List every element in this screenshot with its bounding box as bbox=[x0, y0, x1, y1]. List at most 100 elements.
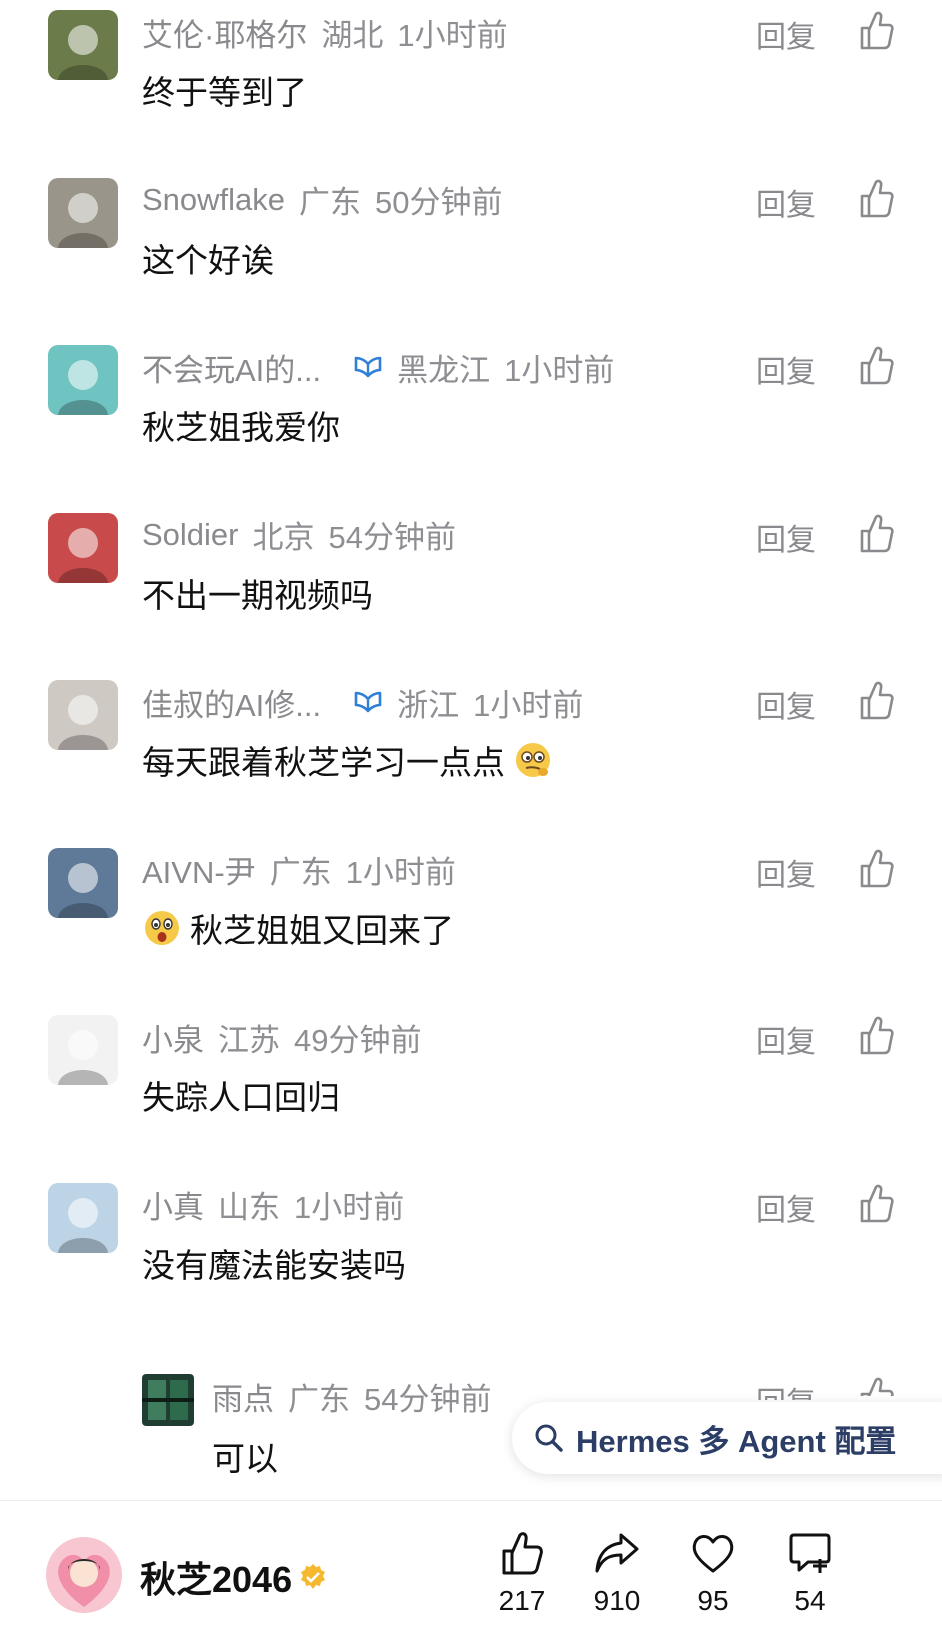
like-button[interactable] bbox=[856, 678, 896, 722]
like-button[interactable] bbox=[856, 176, 896, 220]
like-button[interactable] bbox=[856, 511, 896, 555]
comment-meta: 不会玩AI的... 黑龙江 1小时前 bbox=[142, 345, 614, 389]
commenter-name[interactable]: 佳叔的AI修... bbox=[142, 680, 321, 725]
thumbs-up-icon bbox=[502, 1532, 543, 1575]
comment-time: 54分钟前 bbox=[364, 1381, 492, 1417]
commenter-region: 广东 bbox=[269, 855, 332, 890]
comment-meta: 小泉 江苏 49分钟前 bbox=[142, 1015, 421, 1059]
like-count: 217 bbox=[498, 1585, 546, 1616]
commenter-name[interactable]: 艾伦·耶格尔 bbox=[142, 10, 307, 55]
comment-time: 1小时前 bbox=[504, 352, 615, 388]
avatar[interactable] bbox=[142, 1374, 194, 1426]
comment-text-content: 失踪人口回归 bbox=[142, 1079, 340, 1116]
comment-text: 没有魔法能安装吗 bbox=[142, 1239, 406, 1287]
comment-item: 佳叔的AI修... 浙江 1小时前 每天跟着秋芝学习一点点 回复 bbox=[0, 670, 942, 846]
favorite-count: 95 bbox=[697, 1585, 729, 1616]
comment-text: 失踪人口回归 bbox=[142, 1071, 340, 1119]
reply-button[interactable]: 回复 bbox=[756, 850, 816, 894]
comment-time: 50分钟前 bbox=[375, 185, 503, 220]
comment-meta: Soldier 北京 54分钟前 bbox=[142, 513, 456, 557]
thumbs-up-icon bbox=[860, 849, 894, 887]
commenter-region: 黑龙江 bbox=[397, 352, 491, 388]
comment-meta: 雨点 广东 54分钟前 bbox=[212, 1374, 491, 1418]
avatar[interactable] bbox=[48, 177, 118, 248]
comment-count: 54 bbox=[794, 1585, 826, 1616]
comment-text: 可以 bbox=[212, 1440, 278, 1477]
commenter-region: 广东 bbox=[288, 1381, 350, 1417]
commenter-region: 湖北 bbox=[321, 17, 384, 53]
avatar[interactable] bbox=[48, 1015, 118, 1085]
reply-button[interactable]: 回复 bbox=[756, 1185, 816, 1229]
thumbs-up-icon bbox=[860, 1016, 894, 1055]
comment-text-content: 终于等到了 bbox=[142, 74, 307, 111]
comment-time: 1小时前 bbox=[473, 687, 584, 723]
avatar[interactable] bbox=[48, 847, 118, 918]
commenter-name[interactable]: 小泉 bbox=[142, 1015, 204, 1060]
reply-button[interactable]: 回复 bbox=[756, 12, 816, 56]
like-button[interactable] bbox=[856, 343, 896, 387]
creator-badge-icon bbox=[354, 356, 382, 378]
author-name[interactable]: 秋芝2046 bbox=[140, 1551, 328, 1603]
thinking-emoji bbox=[513, 740, 553, 780]
comment-text-content: 秋芝姐我爱你 bbox=[142, 409, 340, 446]
avatar[interactable] bbox=[48, 345, 118, 415]
heart-icon bbox=[692, 1535, 734, 1573]
commenter-name[interactable]: 小真 bbox=[142, 1182, 204, 1227]
like-action[interactable]: 217 bbox=[487, 1529, 557, 1617]
comment-action[interactable]: 54 bbox=[775, 1529, 845, 1617]
author-avatar[interactable] bbox=[46, 1537, 122, 1613]
comment-time: 49分钟前 bbox=[294, 1022, 422, 1058]
avatar[interactable] bbox=[48, 10, 118, 80]
reply-button[interactable]: 回复 bbox=[756, 347, 816, 391]
comment-meta: 艾伦·耶格尔 湖北 1小时前 bbox=[142, 10, 508, 54]
commenter-name[interactable]: Snowflake bbox=[142, 182, 285, 218]
avatar[interactable] bbox=[48, 680, 118, 750]
share-action[interactable]: 910 bbox=[582, 1529, 652, 1617]
commenter-name[interactable]: AIVN-尹 bbox=[142, 847, 256, 892]
comment-text: 秋芝姐我爱你 bbox=[142, 401, 340, 449]
comment-time: 1小时前 bbox=[294, 1190, 405, 1225]
creator-badge-icon bbox=[354, 691, 382, 713]
comment-text: 不出一期视频吗 bbox=[142, 569, 373, 617]
like-button[interactable] bbox=[856, 1181, 896, 1225]
comment-item: 小真 山东 1小时前没有魔法能安装吗 回复 bbox=[0, 1173, 942, 1349]
commenter-name[interactable]: 雨点 bbox=[212, 1374, 274, 1419]
related-search-chip[interactable]: Hermes 多 Agent 配置 bbox=[512, 1402, 942, 1474]
comment-text: 每天跟着秋芝学习一点点 bbox=[142, 736, 553, 784]
reply-button[interactable]: 回复 bbox=[756, 180, 816, 224]
commenter-name[interactable]: 不会玩AI的... bbox=[142, 345, 321, 390]
thumbs-up-icon bbox=[860, 681, 894, 720]
add-comment-icon bbox=[789, 1533, 831, 1573]
comment-item: Snowflake 广东 50分钟前这个好诶 回复 bbox=[0, 168, 942, 344]
comment-item: 艾伦·耶格尔 湖北 1小时前终于等到了 回复 bbox=[0, 0, 942, 176]
comment-text: 这个好诶 bbox=[142, 234, 274, 282]
bottom-bar: 秋芝2046 217 910 95 54 bbox=[0, 1500, 942, 1648]
like-button[interactable] bbox=[856, 8, 896, 52]
comment-time: 54分钟前 bbox=[328, 520, 456, 555]
comment-text-content: 秋芝姐姐又回来了 bbox=[190, 911, 454, 949]
share-count: 910 bbox=[593, 1585, 641, 1616]
thumbs-up-icon bbox=[860, 1184, 894, 1222]
avatar[interactable] bbox=[48, 1182, 118, 1253]
comment-item: AIVN-尹 广东 1小时前秋芝姐姐又回来了 回复 bbox=[0, 838, 942, 1014]
commenter-region: 广东 bbox=[299, 185, 362, 220]
comment-text-content: 每天跟着秋芝学习一点点 bbox=[142, 744, 505, 781]
avatar[interactable] bbox=[48, 512, 118, 583]
reply-button[interactable]: 回复 bbox=[756, 682, 816, 726]
favorite-action[interactable]: 95 bbox=[678, 1529, 748, 1617]
like-button[interactable] bbox=[856, 1013, 896, 1057]
commenter-region: 山东 bbox=[218, 1190, 280, 1225]
commenter-name[interactable]: Soldier bbox=[142, 517, 239, 553]
comment-time: 1小时前 bbox=[397, 17, 508, 53]
comment-meta: Snowflake 广东 50分钟前 bbox=[142, 178, 503, 222]
comment-item: 不会玩AI的... 黑龙江 1小时前秋芝姐我爱你 回复 bbox=[0, 335, 942, 511]
share-icon bbox=[595, 1533, 639, 1573]
comment-text-content: 这个好诶 bbox=[142, 241, 274, 279]
like-button[interactable] bbox=[856, 846, 896, 890]
comment-time: 1小时前 bbox=[345, 855, 456, 890]
reply-button[interactable]: 回复 bbox=[756, 515, 816, 559]
comment-meta: 小真 山东 1小时前 bbox=[142, 1183, 404, 1227]
reply-button[interactable]: 回复 bbox=[756, 1017, 816, 1061]
search-icon bbox=[535, 1424, 563, 1452]
surprised-emoji bbox=[142, 908, 182, 948]
